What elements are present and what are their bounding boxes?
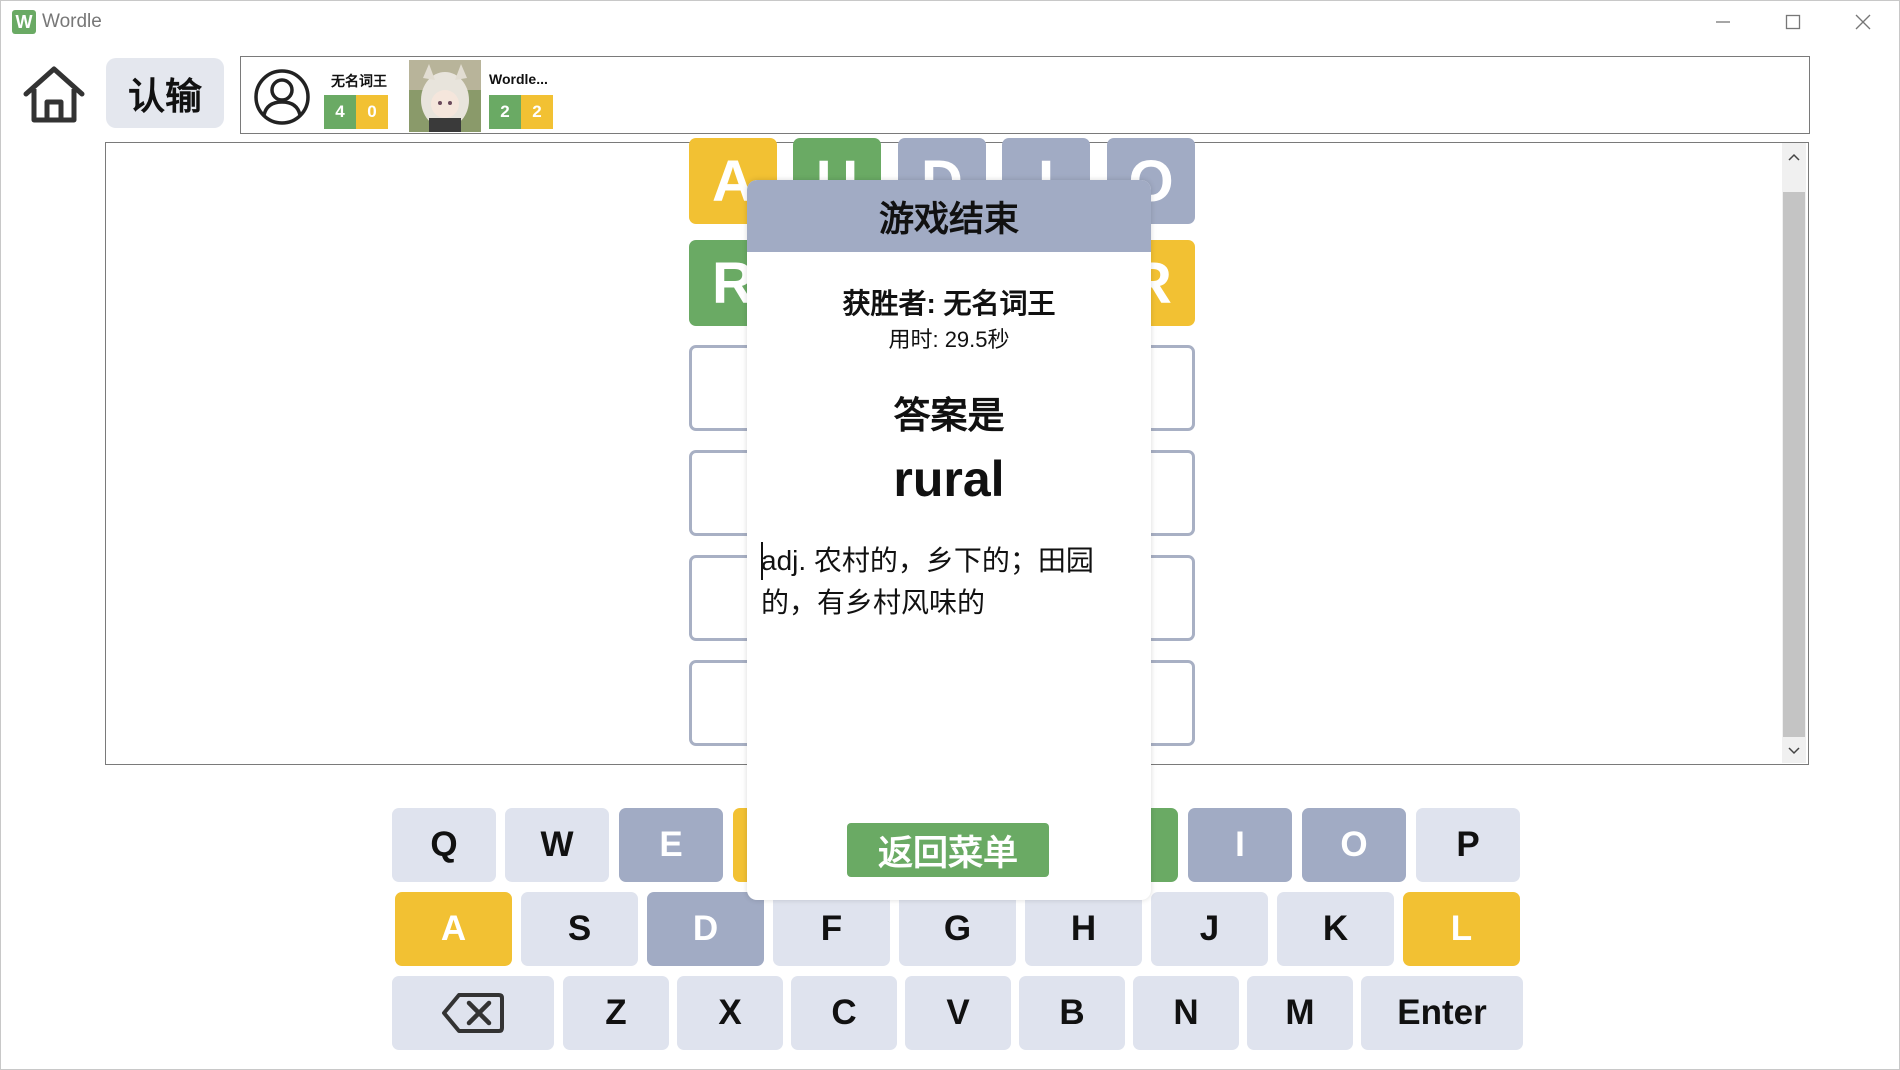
maximize-button[interactable] — [1758, 0, 1828, 44]
backspace-icon — [442, 993, 504, 1033]
winner-text: 获胜者: 无名词王 — [842, 288, 1056, 319]
minimize-icon — [1716, 21, 1730, 23]
players-panel: 无名词王 4 0 Wordle... 2 2 — [240, 56, 1810, 134]
scrollbar-thumb[interactable] — [1783, 192, 1805, 737]
player1-score-yellow: 0 — [356, 95, 388, 129]
key-d[interactable]: D — [647, 892, 764, 966]
key-a[interactable]: A — [395, 892, 512, 966]
key-m[interactable]: M — [1247, 976, 1353, 1050]
key-j[interactable]: J — [1151, 892, 1268, 966]
game-over-dialog: 游戏结束 获胜者: 无名词王 用时: 29.5秒 答案是 rural adj. … — [747, 180, 1151, 900]
chevron-down-icon — [1788, 747, 1800, 755]
window-title: Wordle — [42, 11, 102, 32]
key-x[interactable]: X — [677, 976, 783, 1050]
player1-avatar — [253, 68, 311, 126]
text-caret — [761, 542, 763, 580]
key-f[interactable]: F — [773, 892, 890, 966]
key-q[interactable]: Q — [392, 808, 496, 882]
scroll-up-button[interactable] — [1783, 146, 1805, 168]
backspace-key[interactable] — [392, 976, 554, 1050]
user-icon — [254, 69, 310, 125]
home-button[interactable] — [20, 62, 88, 128]
key-n[interactable]: N — [1133, 976, 1239, 1050]
key-e[interactable]: E — [619, 808, 723, 882]
definition-text[interactable]: adj. 农村的，乡下的；田园的，有乡村风味的 — [761, 540, 1137, 624]
dialog-title: 游戏结束 — [747, 180, 1151, 252]
app-icon: W — [12, 10, 36, 34]
answer-label: 答案是 — [893, 395, 1005, 436]
key-enter[interactable]: Enter — [1361, 976, 1523, 1050]
key-i[interactable]: I — [1188, 808, 1292, 882]
key-s[interactable]: S — [521, 892, 638, 966]
key-w[interactable]: W — [505, 808, 609, 882]
player2-avatar — [409, 60, 481, 132]
key-g[interactable]: G — [899, 892, 1016, 966]
home-icon — [23, 66, 85, 123]
player2-score-green: 2 — [489, 95, 521, 129]
key-v[interactable]: V — [905, 976, 1011, 1050]
close-icon — [1855, 14, 1871, 30]
answer-word: rural — [893, 451, 1005, 507]
key-b[interactable]: B — [1019, 976, 1125, 1050]
player1-score-green: 4 — [324, 95, 356, 129]
surrender-button[interactable]: 认输 — [106, 58, 224, 128]
key-o[interactable]: O — [1302, 808, 1406, 882]
title-bar: W Wordle — [0, 0, 1900, 44]
time-text: 用时: 29.5秒 — [888, 327, 1010, 352]
minimize-button[interactable] — [1688, 0, 1758, 44]
key-p[interactable]: P — [1416, 808, 1520, 882]
key-c[interactable]: C — [791, 976, 897, 1050]
key-l[interactable]: L — [1403, 892, 1520, 966]
return-menu-button[interactable]: 返回菜单 — [847, 823, 1049, 877]
key-k[interactable]: K — [1277, 892, 1394, 966]
chevron-up-icon — [1788, 153, 1800, 161]
maximize-icon — [1785, 14, 1801, 30]
key-z[interactable]: Z — [563, 976, 669, 1050]
player2-score-yellow: 2 — [521, 95, 553, 129]
close-button[interactable] — [1828, 0, 1898, 44]
scroll-down-button[interactable] — [1783, 740, 1805, 762]
key-h[interactable]: H — [1025, 892, 1142, 966]
player2-name: Wordle... — [489, 71, 548, 87]
player1-name: 无名词王 — [331, 73, 387, 89]
